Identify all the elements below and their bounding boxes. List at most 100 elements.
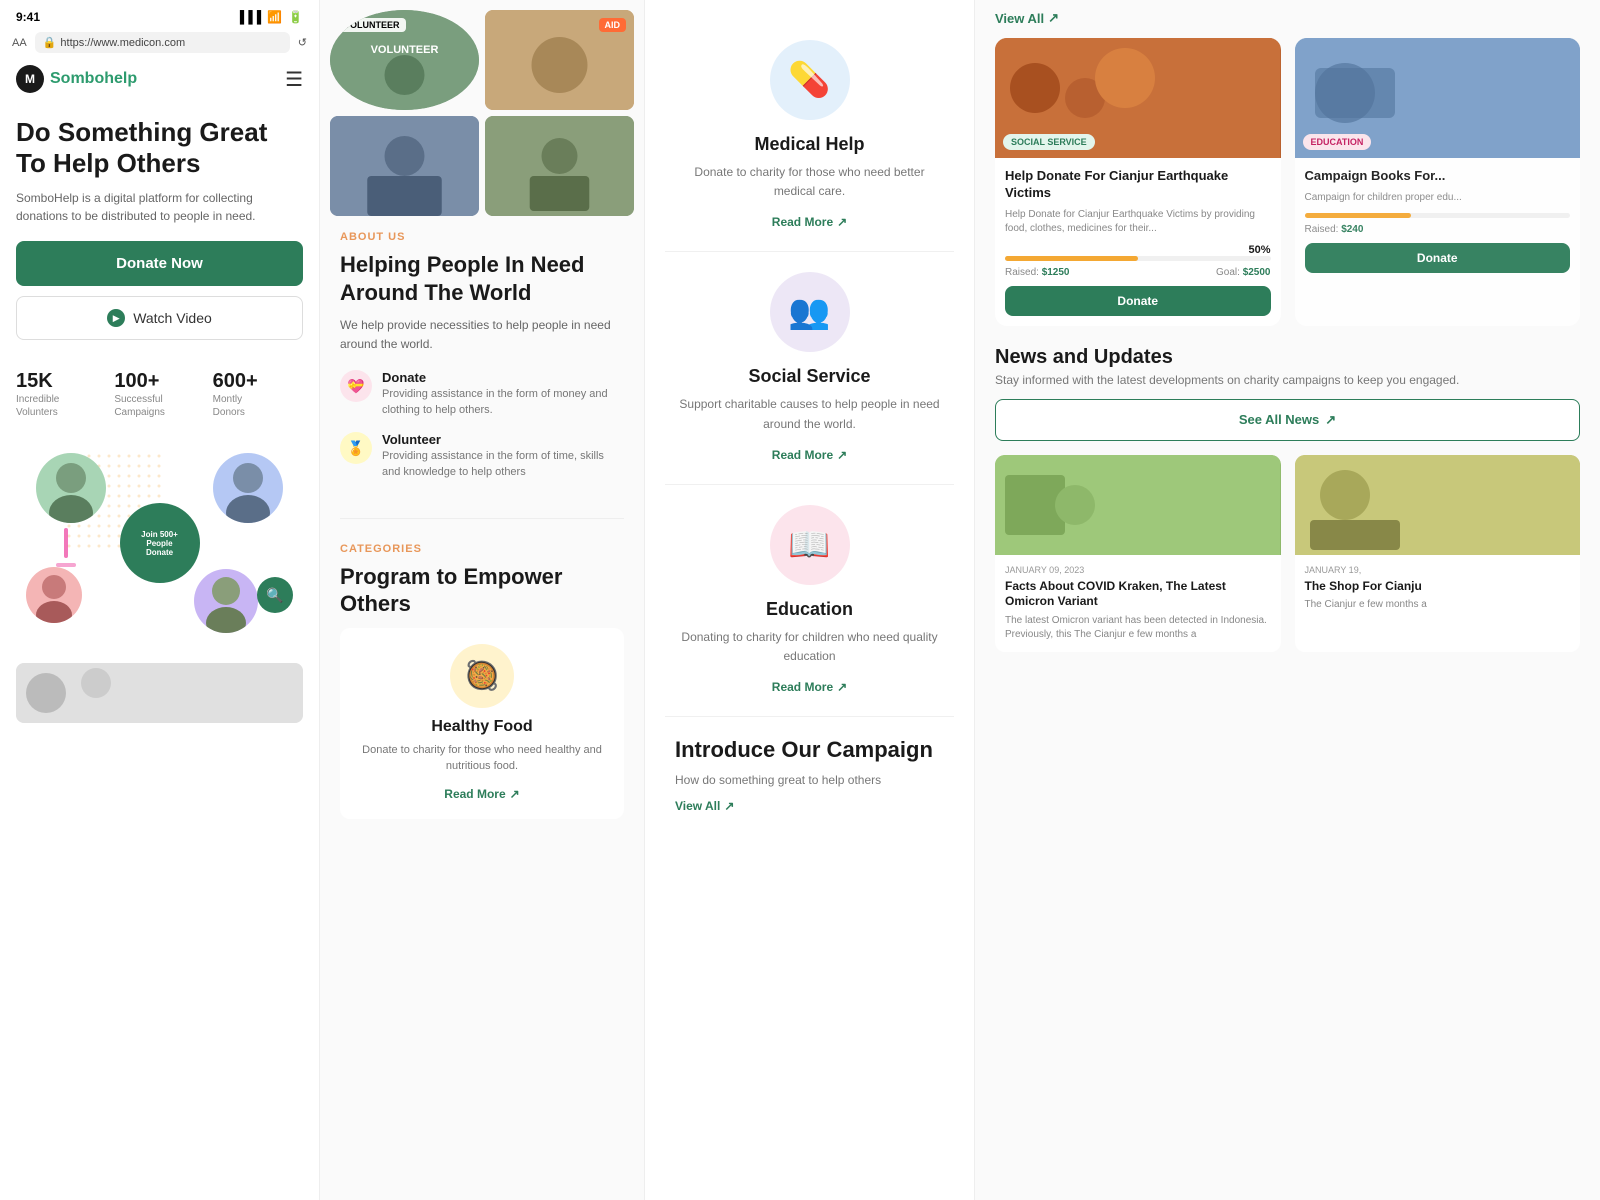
campaign-badge-social-label: SOCIAL SERVICE (1011, 137, 1087, 147)
campaign-stats-books: Raised: $240 (1305, 224, 1571, 235)
about-images-grid: VOLUNTEER VOLUNTEER AID (330, 10, 634, 220)
status-bar: 9:41 ▐▐▐ 📶 🔋 (0, 0, 319, 28)
news-body-covid: JANUARY 09, 2023 Facts About COVID Krake… (995, 555, 1281, 652)
panel-mobile-app: 9:41 ▐▐▐ 📶 🔋 AA 🔒 https://www.medicon.co… (0, 0, 320, 1200)
time: 9:41 (16, 10, 40, 24)
stat-donors: 600+ MontlyDonors (213, 370, 303, 419)
healthy-food-read-more-label: Read More (444, 787, 505, 801)
about-img-elderly (330, 116, 479, 216)
medical-icon: 💊 (788, 60, 830, 100)
social-title: Social Service (675, 366, 944, 387)
news-card-covid: JANUARY 09, 2023 Facts About COVID Krake… (995, 455, 1281, 652)
donate-campaign-button-cianjur[interactable]: Donate (1005, 286, 1271, 316)
medical-read-more[interactable]: Read More ↗ (772, 215, 847, 229)
join-line1: Join 500+ (141, 530, 178, 539)
categories-label: CATEGORIES (340, 543, 624, 555)
stat-num-volunteers: 15K (16, 370, 106, 393)
hero-description: SomboHelp is a digital platform for coll… (16, 189, 303, 225)
arrow-icon: ↗ (510, 787, 520, 801)
join-line2: People (146, 539, 172, 548)
donate-feature-title: Donate (382, 370, 624, 385)
panel-campaigns-news: View All ↗ SOCIAL SERVICE Help Donate Fo… (975, 0, 1600, 1200)
news-headline-shop: The Shop For Cianju (1305, 579, 1571, 595)
stat-label-campaigns: SuccessfulCampaigns (114, 393, 204, 419)
campaign-badge-social: SOCIAL SERVICE (1003, 134, 1095, 150)
feature-donate: 💝 Donate Providing assistance in the for… (340, 370, 624, 418)
education-title: Education (675, 599, 944, 620)
signal-icon: ▐▐▐ (236, 10, 262, 24)
category-healthy-food: 🥘 Healthy Food Donate to charity for tho… (340, 628, 624, 819)
view-all-top[interactable]: View All ↗ (995, 0, 1580, 38)
donate-feature-icon: 💝 (340, 370, 372, 402)
campaign-view-all[interactable]: View All ↗ (675, 799, 734, 813)
social-read-more[interactable]: Read More ↗ (772, 448, 847, 462)
goal-value-cianjur: $2500 (1243, 267, 1271, 278)
campaign-intro: Introduce Our Campaign How do something … (665, 717, 954, 815)
campaign-body-books: Campaign Books For... Campaign for child… (1295, 158, 1581, 283)
see-all-news-button[interactable]: See All News ↗ (995, 399, 1580, 441)
volunteer-feature-icon: 🏅 (340, 432, 372, 464)
donate-feature-desc: Providing assistance in the form of mone… (382, 387, 624, 418)
education-desc: Donating to charity for children who nee… (675, 628, 944, 666)
view-all-label: View All (995, 11, 1044, 26)
education-read-more[interactable]: Read More ↗ (772, 680, 847, 694)
campaign-view-all-arrow: ↗ (724, 799, 734, 813)
campaign-card-cianjur: SOCIAL SERVICE Help Donate For Cianjur E… (995, 38, 1281, 326)
svg-text:VOLUNTEER: VOLUNTEER (371, 44, 439, 56)
wifi-icon: 📶 (267, 10, 282, 24)
medical-desc: Donate to charity for those who need bet… (675, 163, 944, 201)
social-desc: Support charitable causes to help people… (675, 395, 944, 433)
avatar-1 (36, 453, 106, 523)
news-headline-covid: Facts About COVID Kraken, The Latest Omi… (1005, 579, 1271, 610)
logo-main: Sombo (50, 70, 104, 87)
campaign-progress-bar-cianjur (1005, 256, 1271, 261)
campaign-title-cianjur: Help Donate For Cianjur Earthquake Victi… (1005, 168, 1271, 202)
url-bar[interactable]: 🔒 https://www.medicon.com (35, 32, 290, 53)
news-body-shop: JANUARY 19, The Shop For Cianju The Cian… (1295, 555, 1581, 623)
campaign-desc-books: Campaign for children proper edu... (1305, 191, 1571, 205)
logo-text: Sombohelp (50, 70, 137, 88)
community-section: Join 500+ People Donate 🔍 (16, 433, 303, 653)
reload-icon[interactable]: ↺ (298, 36, 307, 49)
social-arrow: ↗ (837, 448, 847, 462)
news-img-covid (995, 455, 1281, 555)
news-desc: Stay informed with the latest developmen… (995, 373, 1580, 387)
news-img-inner-shop (1295, 455, 1581, 555)
about-img-child (485, 116, 634, 216)
stat-campaigns: 100+ SuccessfulCampaigns (114, 370, 204, 419)
about-title: Helping People In Need Around The World (340, 251, 624, 306)
social-icon-wrap: 👥 (770, 272, 850, 352)
avatar-4 (194, 569, 258, 633)
hamburger-menu[interactable]: ☰ (285, 67, 303, 92)
campaign-img-books: EDUCATION (1295, 38, 1581, 158)
news-date-shop: JANUARY 19, (1305, 565, 1571, 575)
logo-icon: M (16, 65, 44, 93)
categories-content: CATEGORIES Program to Empower Others 🥘 H… (320, 527, 644, 849)
donate-campaign-button-books[interactable]: Donate (1305, 243, 1571, 273)
campaign-badge-edu: EDUCATION (1303, 134, 1372, 150)
campaign-badge-edu-label: EDUCATION (1311, 137, 1364, 147)
raised-value-books: $240 (1341, 224, 1363, 235)
healthy-food-read-more[interactable]: Read More ↗ (444, 787, 519, 801)
donate-now-button[interactable]: Donate Now (16, 241, 303, 286)
healthy-food-title: Healthy Food (356, 718, 608, 736)
campaign-progress-fill-cianjur (1005, 256, 1138, 261)
social-read-more-label: Read More (772, 448, 833, 462)
logo-letter: M (25, 72, 35, 86)
about-desc: We help provide necessities to help peop… (340, 316, 624, 354)
campaign-stats-cianjur: Raised: $1250 Goal: $2500 (1005, 267, 1271, 278)
news-title: News and Updates (995, 346, 1580, 369)
decorative-pink (56, 528, 76, 593)
stat-label-donors: MontlyDonors (213, 393, 303, 419)
campaign-card-books: EDUCATION Campaign Books For... Campaign… (1295, 38, 1581, 326)
watch-video-button[interactable]: ▶ Watch Video (16, 296, 303, 340)
social-icon: 👥 (788, 292, 830, 332)
search-badge[interactable]: 🔍 (257, 577, 293, 613)
stats-row: 15K IncredibleVolunters 100+ SuccessfulC… (0, 356, 319, 433)
healthy-food-icon: 🥘 (465, 659, 500, 692)
news-date-covid: JANUARY 09, 2023 (1005, 565, 1271, 575)
campaign-progress-fill-books (1305, 213, 1411, 218)
news-img-inner-covid (995, 455, 1281, 555)
about-images-area: VOLUNTEER VOLUNTEER AID (320, 0, 644, 215)
education-arrow: ↗ (837, 680, 847, 694)
